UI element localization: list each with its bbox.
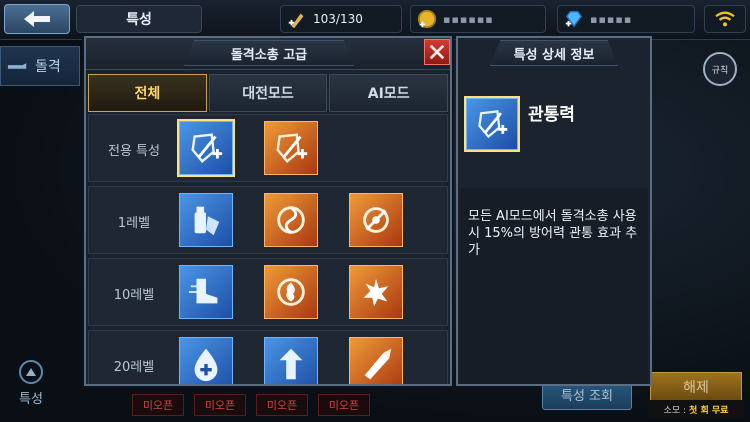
trait-slot[interactable] bbox=[349, 265, 405, 321]
trait-slot[interactable] bbox=[179, 337, 235, 384]
row-label: 전용 특성 bbox=[108, 143, 160, 159]
heal-drop-icon bbox=[179, 337, 233, 384]
trait-slot[interactable] bbox=[177, 119, 235, 177]
diamond-icon bbox=[562, 7, 586, 31]
row-label: 20레벨 bbox=[113, 359, 155, 375]
release-cost: 소모 : 첫 회 무료 bbox=[648, 400, 744, 418]
release-button[interactable]: 해제 bbox=[650, 372, 742, 402]
cost-value: 첫 회 무료 bbox=[689, 405, 729, 416]
shield-pierce-plus-icon bbox=[464, 96, 520, 152]
rules-help-button[interactable]: 규칙 bbox=[703, 52, 737, 86]
shield-pierce-plus-icon bbox=[264, 121, 318, 175]
trait-row: 20레벨 bbox=[88, 330, 448, 384]
tab-pvp-mode[interactable]: 대전모드 bbox=[208, 74, 328, 112]
row-label: 10레벨 bbox=[113, 287, 155, 303]
screen-title: 특성 bbox=[76, 5, 202, 33]
rifle-icon bbox=[7, 63, 27, 69]
trait-slot[interactable] bbox=[264, 121, 320, 177]
trait-up-icon bbox=[19, 360, 43, 384]
flame-ring-icon bbox=[264, 265, 318, 319]
trait-description: 모든 AI모드에서 돌격소총 사용 시 15%의 방어력 관통 효과 추가 bbox=[468, 209, 638, 258]
trait-slot[interactable] bbox=[264, 193, 320, 249]
trait-grid: 전용 특성 1레벨 10레벨 20레벨 bbox=[88, 114, 448, 384]
tab-ai-mode[interactable]: AI모드 bbox=[329, 74, 449, 112]
dialog-header: 돌격소총 고급 bbox=[86, 38, 450, 70]
unopened-tag: 미오픈 bbox=[318, 394, 370, 416]
detail-header: 특성 상세 정보 bbox=[490, 40, 618, 66]
cost-prefix: 소모 : bbox=[663, 405, 687, 416]
trait-slot bbox=[464, 96, 520, 152]
gem-amount: ▪▪▪▪▪ bbox=[590, 12, 633, 26]
fist-up-icon bbox=[264, 337, 318, 384]
trait-row: 전용 특성 bbox=[88, 114, 448, 182]
trait-slot[interactable] bbox=[264, 265, 320, 321]
mode-tabs: 전체 대전모드 AI모드 bbox=[88, 74, 449, 112]
tab-all[interactable]: 전체 bbox=[88, 74, 207, 112]
trait-dialog: 돌격소총 고급 전체 대전모드 AI모드 전용 특성 1레벨 10레벨 20레벨 bbox=[84, 36, 452, 386]
boot-speed-icon bbox=[179, 265, 233, 319]
wifi-icon bbox=[704, 5, 746, 33]
gear-pack-icon bbox=[179, 193, 233, 247]
close-button[interactable] bbox=[424, 39, 450, 65]
dialog-title: 돌격소총 고급 bbox=[184, 40, 354, 66]
unopened-tag: 미오픈 bbox=[256, 394, 308, 416]
trait-row: 1레벨 bbox=[88, 186, 448, 254]
row-label: 1레벨 bbox=[117, 215, 151, 231]
gem-resource[interactable]: ▪▪▪▪▪ bbox=[557, 5, 695, 33]
unopened-tag: 미오픈 bbox=[194, 394, 246, 416]
trait-slot[interactable] bbox=[179, 265, 235, 321]
gold-coin-icon bbox=[415, 7, 439, 31]
trait-name: 관통력 bbox=[528, 105, 575, 125]
top-bar: 특성 103/130 ▪▪▪▪▪▪ ▪▪▪▪▪ bbox=[0, 0, 750, 40]
bullet-burst-icon bbox=[349, 337, 403, 384]
trait-nav-label: 특성 bbox=[19, 392, 43, 407]
trait-slot[interactable] bbox=[179, 193, 235, 249]
unopened-tag: 미오픈 bbox=[132, 394, 184, 416]
target-slash-icon bbox=[349, 193, 403, 247]
rules-label: 규칙 bbox=[711, 65, 729, 76]
ammo-resource[interactable]: 103/130 bbox=[280, 5, 402, 33]
trait-slot[interactable] bbox=[349, 337, 405, 384]
weapon-category-tab[interactable]: 돌격 bbox=[0, 46, 80, 86]
weapon-category-label: 돌격 bbox=[35, 59, 61, 75]
trait-detail-panel: 특성 상세 정보 관통력 모든 AI모드에서 돌격소총 사용 시 15%의 방어… bbox=[456, 36, 652, 386]
unopened-tags: 미오픈 미오픈 미오픈 미오픈 bbox=[132, 394, 370, 416]
back-button[interactable] bbox=[4, 4, 70, 34]
ammo-count: 103/130 bbox=[313, 12, 363, 26]
explosion-hit-icon bbox=[349, 265, 403, 319]
trait-slot[interactable] bbox=[349, 193, 405, 249]
trait-nav[interactable]: 특성 bbox=[6, 360, 56, 420]
close-icon bbox=[429, 44, 445, 60]
bullet-plus-icon bbox=[285, 7, 309, 31]
shield-pierce-plus-icon bbox=[177, 119, 235, 177]
gold-resource[interactable]: ▪▪▪▪▪▪ bbox=[410, 5, 546, 33]
spin-circle-icon bbox=[264, 193, 318, 247]
back-arrow-icon bbox=[24, 11, 50, 27]
trait-slot[interactable] bbox=[264, 337, 320, 384]
gold-amount: ▪▪▪▪▪▪ bbox=[443, 12, 494, 26]
trait-row: 10레벨 bbox=[88, 258, 448, 326]
